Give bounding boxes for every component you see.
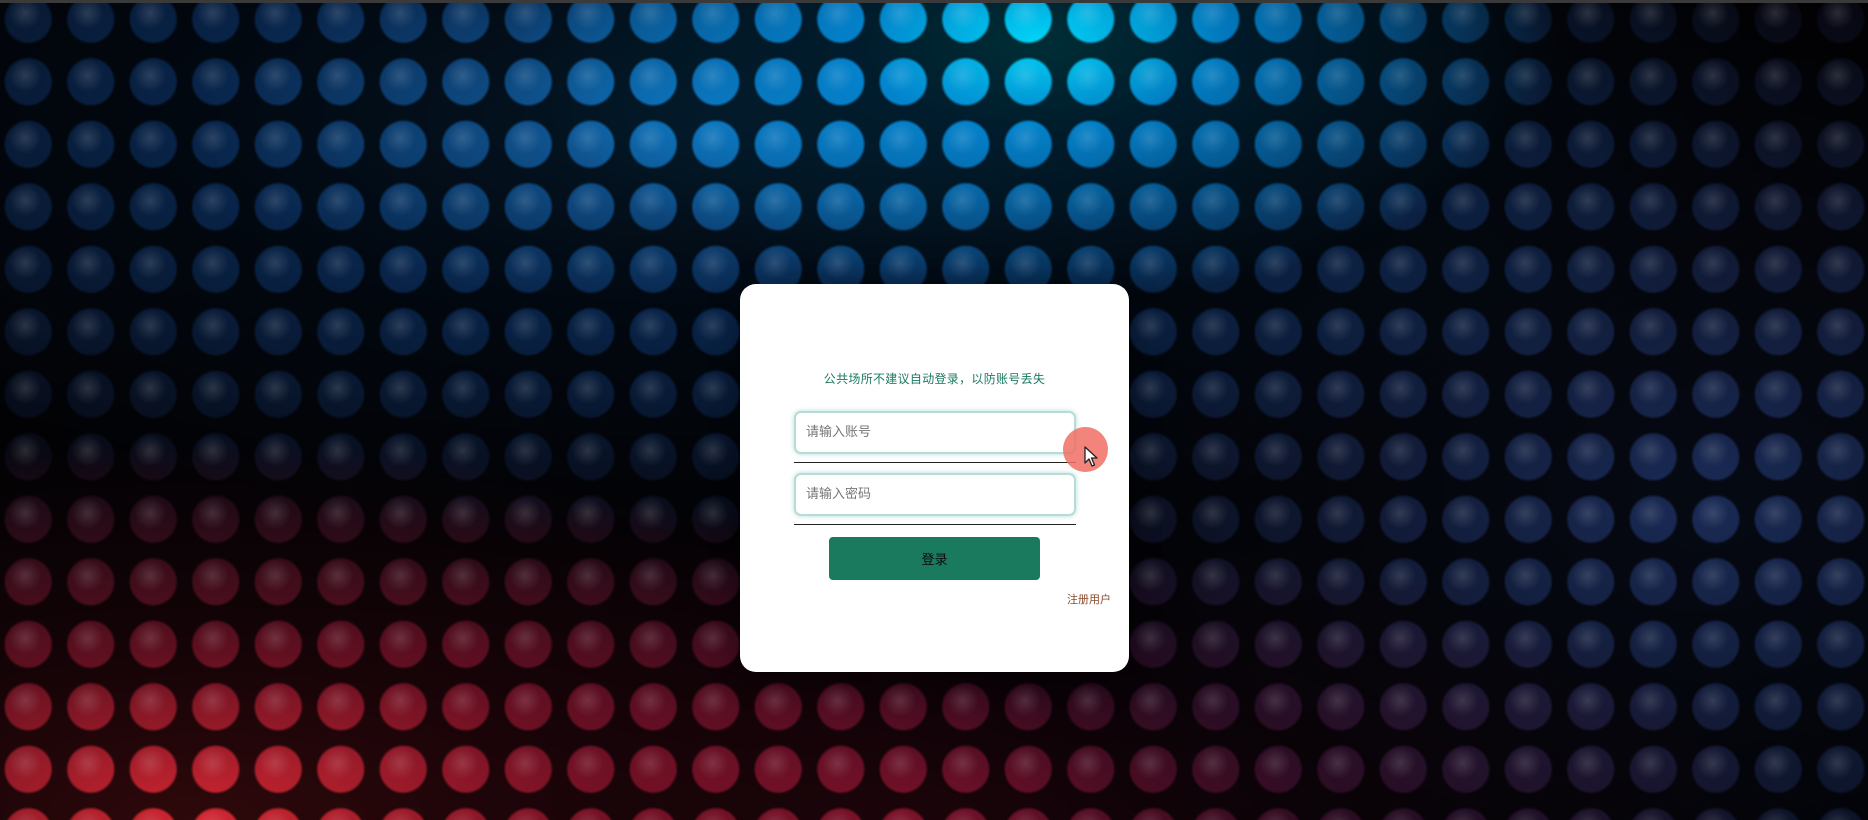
password-field-group xyxy=(794,473,1076,525)
username-field-group xyxy=(794,411,1076,463)
username-underline xyxy=(794,462,1076,463)
password-input[interactable] xyxy=(794,473,1076,516)
login-button[interactable]: 登录 xyxy=(829,537,1040,580)
mouse-pointer-icon xyxy=(1084,446,1098,467)
top-border-strip xyxy=(0,0,1868,3)
password-underline xyxy=(794,524,1076,525)
login-page: 公共场所不建议自动登录，以防账号丢失 登录 注册用户 xyxy=(0,0,1868,820)
login-notice: 公共场所不建议自动登录，以防账号丢失 xyxy=(823,372,1046,386)
username-input[interactable] xyxy=(794,411,1076,454)
register-user-link[interactable]: 注册用户 xyxy=(1067,591,1111,607)
login-card: 公共场所不建议自动登录，以防账号丢失 登录 注册用户 xyxy=(740,284,1129,672)
